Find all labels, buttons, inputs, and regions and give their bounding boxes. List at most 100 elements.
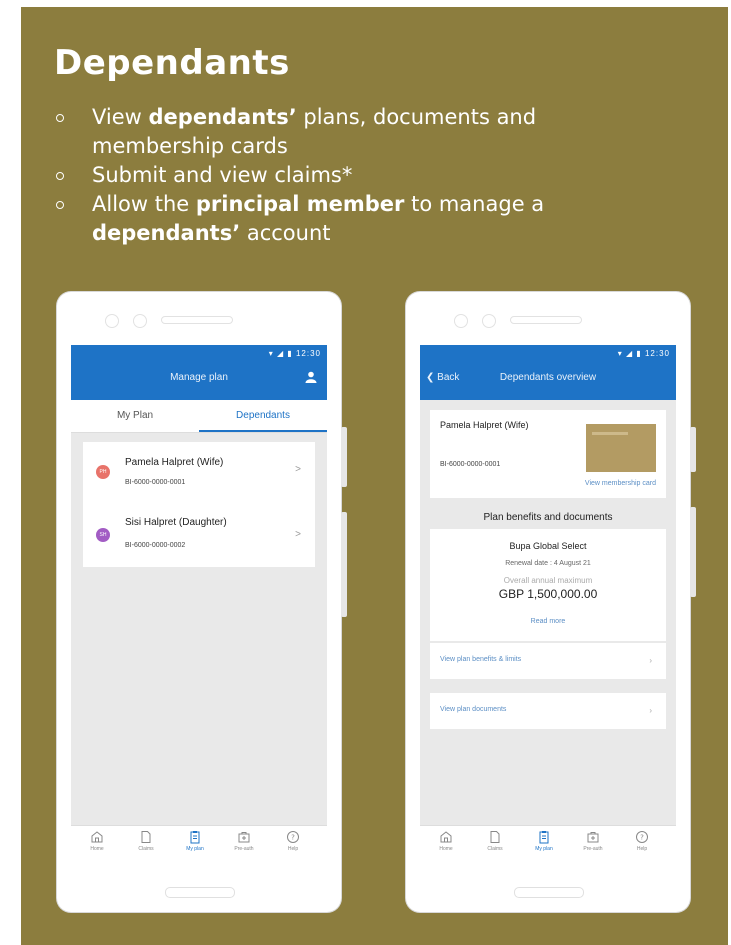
nav-help[interactable]: ? Help <box>622 830 662 852</box>
svg-text:?: ? <box>640 834 644 842</box>
tab-dependants[interactable]: Dependants <box>199 400 327 432</box>
phone-dependants-overview: ▾ ◢ ▮ 12:30 ❮ Back Dependants overview P… <box>406 292 690 912</box>
chevron-right-icon: › <box>649 706 652 715</box>
link-label: View plan benefits & limits <box>440 656 522 663</box>
member-name: Pamela Halpret (Wife) <box>440 420 529 430</box>
bullet-text: Allow the principal member to manage a d… <box>92 192 545 245</box>
chevron-right-icon: > <box>295 464 301 475</box>
plan-name: Bupa Global Select <box>509 541 587 551</box>
nav-label: Pre-auth <box>234 846 254 852</box>
member-id: BI-6000-0000-0001 <box>440 461 501 468</box>
nav-label: Help <box>287 846 299 852</box>
help-icon: ? <box>636 831 648 843</box>
app-bar: ▾ ◢ ▮ 12:30 Manage plan <box>71 345 327 400</box>
bottom-nav: Home Claims My plan Pre-auth ? Help <box>71 825 327 868</box>
dependants-list: PH Pamela Halpret (Wife) BI-6000-0000-00… <box>83 442 315 567</box>
my-plan-icon <box>539 831 549 844</box>
my-plan-icon <box>190 831 200 844</box>
user-icon[interactable] <box>305 371 317 383</box>
bullet-item: Allow the principal member to manage a d… <box>54 190 614 248</box>
dependant-id: BI-6000-0000-0001 <box>125 479 186 486</box>
plan-documents-link-row[interactable]: View plan documents › <box>430 693 666 729</box>
dependant-row[interactable]: SH Sisi Halpret (Daughter) BI-6000-0000-… <box>83 505 315 565</box>
pre-auth-icon <box>587 832 599 843</box>
chevron-right-icon: > <box>295 529 301 540</box>
app-screen: ▾ ◢ ▮ 12:30 ❮ Back Dependants overview P… <box>420 345 676 868</box>
phone-side-button <box>690 427 696 472</box>
nav-label: My plan <box>535 846 553 852</box>
nav-label: Pre-auth <box>583 846 603 852</box>
slide-panel: Dependants View dependants’ plans, docum… <box>21 7 728 945</box>
home-icon <box>91 831 103 843</box>
sensor-icon <box>482 314 496 328</box>
claims-icon <box>141 831 151 843</box>
bullet-text: View dependants’ plans, documents and me… <box>92 105 537 158</box>
circle-bullet-icon <box>56 114 64 122</box>
chevron-right-icon: › <box>649 656 652 665</box>
view-membership-card-link[interactable]: View membership card <box>585 480 656 487</box>
pre-auth-icon <box>238 832 250 843</box>
membership-card-image <box>586 424 656 472</box>
nav-help[interactable]: ? Help <box>273 830 313 852</box>
plan-benefits-link-row[interactable]: View plan benefits & limits › <box>430 643 666 679</box>
status-bar: ▾ ◢ ▮ 12:30 <box>268 349 321 358</box>
plan-tabs: My Plan Dependants <box>71 400 327 433</box>
claims-icon <box>490 831 500 843</box>
feature-bullet-list: View dependants’ plans, documents and me… <box>54 103 614 248</box>
slide-title: Dependants <box>54 43 290 83</box>
bottom-nav: Home Claims My plan Pre-auth ? Help <box>420 825 676 868</box>
phone-manage-plan: ▾ ◢ ▮ 12:30 Manage plan My Plan Dependan… <box>57 292 341 912</box>
circle-bullet-icon <box>56 201 64 209</box>
overall-maximum-label: Overall annual maximum <box>503 576 593 585</box>
dependant-row[interactable]: PH Pamela Halpret (Wife) BI-6000-0000-00… <box>83 442 315 502</box>
bullet-item: View dependants’ plans, documents and me… <box>54 103 614 161</box>
app-screen: ▾ ◢ ▮ 12:30 Manage plan My Plan Dependan… <box>71 345 327 868</box>
nav-pre-auth[interactable]: Pre-auth <box>573 830 613 852</box>
camera-icon <box>454 314 468 328</box>
status-bar: ▾ ◢ ▮ 12:30 <box>617 349 670 358</box>
bullet-text: Submit and view claims* <box>92 163 353 187</box>
nav-my-plan[interactable]: My plan <box>175 830 215 852</box>
nav-label: Claims <box>138 846 154 852</box>
circle-bullet-icon <box>56 172 64 180</box>
nav-label: My plan <box>186 846 204 852</box>
home-icon <box>440 831 452 843</box>
nav-label: Home <box>439 846 453 852</box>
read-more-link[interactable]: Read more <box>430 618 666 625</box>
nav-claims[interactable]: Claims <box>126 830 166 852</box>
nav-label: Claims <box>487 846 503 852</box>
dependant-name: Sisi Halpret (Daughter) <box>125 517 227 528</box>
svg-text:?: ? <box>291 834 295 842</box>
dependant-name: Pamela Halpret (Wife) <box>125 457 224 468</box>
speaker-grille <box>510 316 582 324</box>
status-time: 12:30 <box>644 349 670 358</box>
dependant-id: BI-6000-0000-0002 <box>125 542 186 549</box>
tab-my-plan[interactable]: My Plan <box>71 400 199 432</box>
link-label: View plan documents <box>440 706 507 713</box>
status-time: 12:30 <box>295 349 321 358</box>
nav-my-plan[interactable]: My plan <box>524 830 564 852</box>
nav-home[interactable]: Home <box>77 830 117 852</box>
avatar: PH <box>96 465 110 479</box>
renewal-date: Renewal date : 4 August 21 <box>505 560 591 567</box>
screen-title: Manage plan <box>170 372 228 383</box>
nav-label: Help <box>636 846 648 852</box>
nav-label: Home <box>90 846 104 852</box>
camera-icon <box>105 314 119 328</box>
member-card-summary: Pamela Halpret (Wife) BI-6000-0000-0001 … <box>430 410 666 498</box>
phone-side-button <box>341 427 347 487</box>
nav-claims[interactable]: Claims <box>475 830 515 852</box>
nav-home[interactable]: Home <box>426 830 466 852</box>
avatar: SH <box>96 528 110 542</box>
help-icon: ? <box>287 831 299 843</box>
plan-summary: Bupa Global Select Renewal date : 4 Augu… <box>430 529 666 641</box>
screen-title: Dependants overview <box>499 372 597 383</box>
phone-side-button <box>690 507 696 597</box>
sensor-icon <box>133 314 147 328</box>
app-bar: ▾ ◢ ▮ 12:30 ❮ Back Dependants overview <box>420 345 676 400</box>
nav-pre-auth[interactable]: Pre-auth <box>224 830 264 852</box>
section-title: Plan benefits and documents <box>483 512 613 523</box>
overall-maximum-amount: GBP 1,500,000.00 <box>498 587 598 601</box>
home-button <box>514 887 584 898</box>
phone-side-button <box>341 512 347 617</box>
